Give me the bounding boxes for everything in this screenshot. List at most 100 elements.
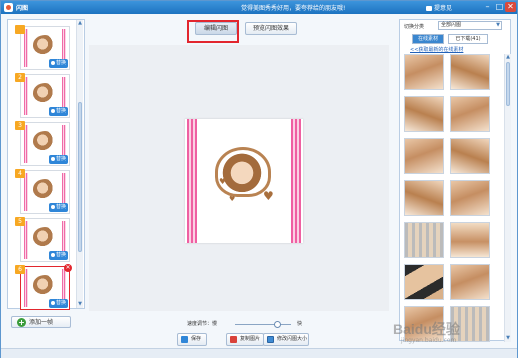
frame-item[interactable]: 5 替换 bbox=[15, 217, 70, 262]
comment-icon bbox=[426, 6, 432, 11]
add-frame-button[interactable]: + 添加一帧 bbox=[11, 316, 71, 328]
pink-stripe bbox=[24, 221, 28, 259]
scroll-down-arrow-icon[interactable]: ▼ bbox=[77, 301, 83, 308]
plus-icon: + bbox=[17, 318, 26, 327]
save-label: 保存 bbox=[191, 336, 202, 342]
material-thumbnail[interactable] bbox=[450, 180, 490, 216]
copy-image-label: 复制图片 bbox=[240, 336, 261, 342]
feedback-link[interactable]: 提意见 bbox=[426, 3, 452, 12]
replace-icon bbox=[50, 252, 55, 257]
replace-button[interactable]: 替换 bbox=[48, 299, 68, 308]
material-thumbnail[interactable] bbox=[450, 264, 490, 300]
pink-stripe bbox=[24, 77, 28, 115]
replace-label: 替换 bbox=[55, 204, 66, 210]
pink-stripe bbox=[24, 269, 28, 307]
scroll-down-arrow-icon[interactable]: ▼ bbox=[505, 335, 511, 342]
tab-downloaded[interactable]: 已下载(41) bbox=[448, 34, 488, 44]
tab-preview-flash[interactable]: 预览闪图效果 bbox=[245, 22, 297, 35]
replace-button[interactable]: 替换 bbox=[48, 155, 68, 164]
scroll-up-arrow-icon[interactable]: ▲ bbox=[77, 20, 83, 27]
thumbnail-image bbox=[405, 55, 443, 89]
pink-stripe bbox=[24, 29, 28, 67]
material-thumbnail[interactable] bbox=[450, 96, 490, 132]
scrollbar-thumb[interactable] bbox=[506, 62, 510, 106]
replace-label: 替换 bbox=[55, 300, 66, 306]
pink-stripe bbox=[24, 125, 28, 163]
frame-item[interactable]: 2 替换 bbox=[15, 73, 70, 118]
frame-item[interactable]: 替换 bbox=[15, 25, 70, 70]
replace-button[interactable]: 替换 bbox=[48, 107, 68, 116]
add-frame-label: 添加一帧 bbox=[29, 319, 54, 326]
material-thumbnail[interactable] bbox=[404, 222, 444, 258]
app-title: 闪图 bbox=[16, 5, 29, 12]
category-value: 全部闪图 bbox=[441, 22, 462, 28]
maximize-button[interactable]: □ bbox=[494, 2, 505, 12]
replace-button[interactable]: 替换 bbox=[48, 59, 68, 68]
material-panel: 切换分类 全部闪图 ▼ 在线素材 已下载(41) <<获取最新的在线素材 ▲ ▼ bbox=[399, 19, 511, 342]
frame-number-badge: 2 bbox=[15, 73, 25, 82]
scroll-up-arrow-icon[interactable]: ▲ bbox=[505, 54, 511, 61]
frame-item[interactable]: 4 替换 bbox=[15, 169, 70, 214]
delete-frame-icon[interactable]: ✕ bbox=[64, 264, 72, 272]
material-scrollbar[interactable]: ▲ ▼ bbox=[504, 54, 511, 342]
thumbnail-image bbox=[451, 223, 489, 257]
frame-list: 替换 2 替换 3 替换 4 替换 5 替换 6 替换 ✕ bbox=[12, 22, 74, 310]
material-thumbnail[interactable] bbox=[404, 264, 444, 300]
material-thumbnail[interactable] bbox=[404, 54, 444, 90]
small-heart-icon: ♥ bbox=[263, 189, 274, 203]
minimize-button[interactable]: – bbox=[482, 2, 493, 12]
speed-label: 速度调节：慢 bbox=[187, 321, 218, 327]
frame-item[interactable]: 3 替换 bbox=[15, 121, 70, 166]
save-button[interactable]: 保存 bbox=[177, 333, 207, 346]
speed-slider-handle[interactable] bbox=[274, 321, 281, 328]
replace-label: 替换 bbox=[55, 60, 66, 66]
app-logo-icon bbox=[4, 3, 13, 12]
resize-icon bbox=[267, 336, 274, 343]
close-button[interactable]: ✕ bbox=[505, 2, 516, 12]
frame-item[interactable]: 6 替换 ✕ bbox=[15, 264, 72, 310]
flash-preview: ♥ ♥ ♥ bbox=[185, 119, 303, 243]
thumbnail-image bbox=[451, 139, 489, 173]
material-thumbnail[interactable] bbox=[450, 54, 490, 90]
small-heart-icon: ♥ bbox=[229, 195, 236, 203]
promo-text[interactable]: 觉得美图秀秀好用，要夸荐给的朋友哦! bbox=[241, 3, 345, 12]
switch-category-label: 切换分类 bbox=[404, 24, 425, 30]
get-more-online-link[interactable]: <<获取最新的在线素材 bbox=[410, 46, 463, 53]
watermark-url: jingyan.baidu.com bbox=[401, 337, 457, 344]
replace-icon bbox=[50, 300, 55, 305]
frame-list-scrollbar[interactable]: ▲ ▼ bbox=[76, 20, 83, 308]
replace-label: 替换 bbox=[55, 252, 66, 258]
replace-icon bbox=[50, 108, 55, 113]
material-thumbnail[interactable] bbox=[404, 180, 444, 216]
title-bar: 闪图 觉得美图秀秀好用，要夸荐给的朋友哦! 提意见 – □ ✕ bbox=[1, 1, 517, 14]
material-thumbnail[interactable] bbox=[450, 222, 490, 258]
replace-label: 替换 bbox=[55, 156, 66, 162]
pink-stripe-left bbox=[187, 119, 197, 243]
frame-thumbnail bbox=[33, 227, 57, 247]
feedback-label: 提意见 bbox=[434, 5, 453, 12]
replace-label: 替换 bbox=[55, 108, 66, 114]
small-heart-icon: ♥ bbox=[219, 177, 227, 186]
frame-number-badge: 4 bbox=[15, 169, 25, 178]
category-select[interactable]: 全部闪图 ▼ bbox=[438, 21, 502, 30]
pink-stripe bbox=[24, 173, 28, 211]
material-thumbnail[interactable] bbox=[404, 138, 444, 174]
frame-thumbnail bbox=[33, 35, 57, 55]
speed-slider-track[interactable] bbox=[235, 324, 291, 325]
material-thumbnail[interactable] bbox=[404, 96, 444, 132]
thumbnail-image bbox=[405, 223, 443, 257]
frame-list-panel: 替换 2 替换 3 替换 4 替换 5 替换 6 替换 ✕ ▲ ▼ bbox=[7, 19, 85, 310]
app-window: 闪图 觉得美图秀秀好用，要夸荐给的朋友哦! 提意见 – □ ✕ 替换 2 替换 3 替换… bbox=[0, 0, 518, 358]
frame-number-badge bbox=[15, 25, 25, 34]
replace-button[interactable]: 替换 bbox=[48, 203, 68, 212]
canvas-area: ♥ ♥ ♥ bbox=[89, 45, 389, 311]
copy-image-button[interactable]: 复制图片 bbox=[226, 333, 264, 346]
replace-icon bbox=[50, 204, 55, 209]
material-thumbnail[interactable] bbox=[450, 138, 490, 174]
red-highlight-box bbox=[187, 20, 239, 43]
frame-number-badge: 5 bbox=[15, 217, 25, 226]
scrollbar-thumb[interactable] bbox=[78, 102, 82, 252]
resize-flash-button[interactable]: 修改闪图大小 bbox=[263, 333, 309, 346]
replace-button[interactable]: 替换 bbox=[48, 251, 68, 260]
tab-online-material[interactable]: 在线素材 bbox=[412, 34, 444, 44]
